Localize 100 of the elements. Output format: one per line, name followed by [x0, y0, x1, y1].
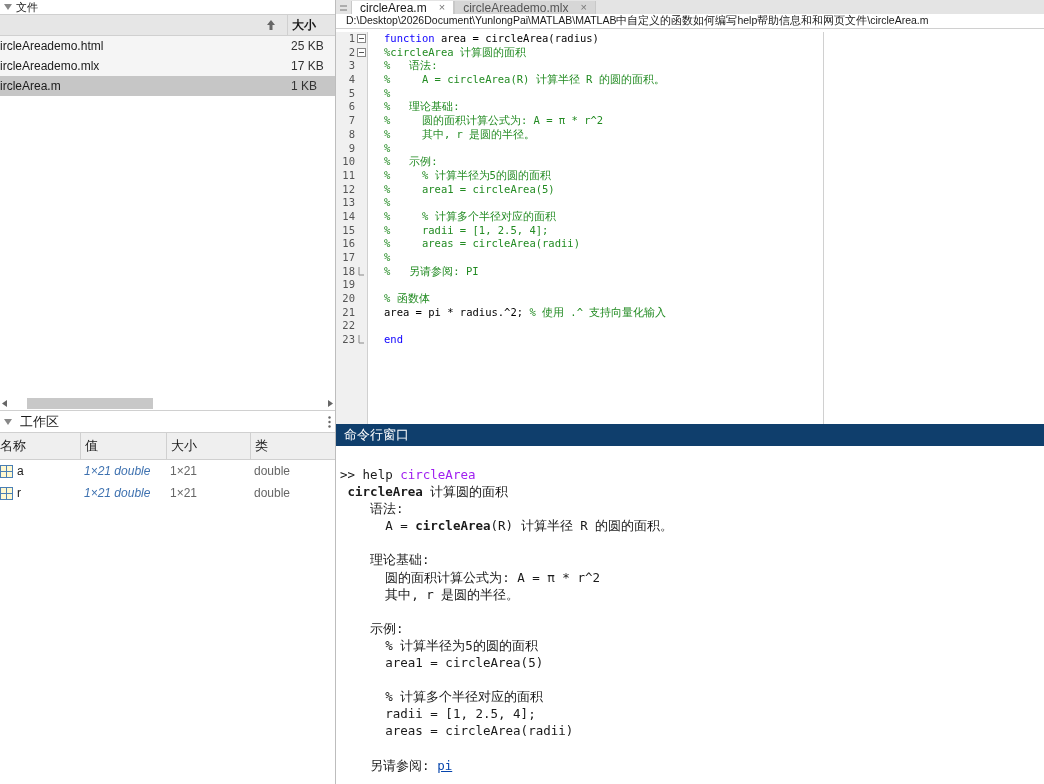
variable-value: 1×21 double — [83, 485, 152, 502]
file-row[interactable]: ircleArea.m 1 KB — [0, 76, 335, 96]
command-text: 理论基础: — [369, 552, 430, 568]
file-name: ircleArea.m — [0, 78, 62, 95]
line-number: 11 — [342, 168, 355, 183]
line-number: 14 — [342, 209, 355, 224]
caret-icon[interactable] — [4, 4, 12, 10]
code-line: % 其中, r 是圆的半径。 — [384, 127, 536, 140]
scrollbar-thumb[interactable] — [27, 397, 153, 409]
command-text: 其中, r 是圆的半径。 — [384, 586, 520, 602]
line-number: 3 — [348, 59, 355, 74]
line-number: 4 — [348, 73, 355, 87]
scroll-right-icon[interactable] — [328, 399, 333, 407]
command-text: 计算圆的面积 — [429, 484, 509, 500]
line-number: 21 — [342, 305, 355, 320]
more-icon[interactable] — [328, 415, 331, 428]
sort-arrow-icon[interactable] — [267, 20, 275, 30]
code-line: % % 计算半径为5的圆的面积 — [384, 168, 551, 181]
code-line: %circleArea 计算圆的面积 — [384, 45, 526, 58]
line-number: 15 — [342, 223, 355, 238]
code-line: % 函数体 — [384, 292, 430, 305]
variable-size: 1×21 — [169, 463, 199, 480]
help-link[interactable]: pi — [437, 757, 453, 773]
file-name: ircleAreademo.mlx — [0, 58, 101, 75]
file-row[interactable]: ircleAreademo.html 25 KB — [0, 36, 335, 56]
code-line: function area = circleArea(radius) — [384, 32, 599, 44]
line-number: 16 — [342, 237, 355, 251]
column-header[interactable]: 名称 — [0, 436, 26, 456]
code-line: % 语法: — [384, 59, 438, 72]
command-text: A = — [384, 518, 409, 534]
line-number: 13 — [342, 196, 355, 210]
variable-name: a — [17, 463, 24, 480]
code-line: % A = circleArea(R) 计算半径 R 的圆的面积。 — [384, 73, 665, 86]
function-name: circleArea — [415, 518, 491, 534]
line-number: 17 — [342, 251, 355, 265]
line-number: 6 — [348, 100, 355, 115]
command-text: 示例: — [369, 620, 404, 636]
matrix-icon — [0, 486, 13, 500]
line-number: 8 — [348, 127, 355, 142]
tab-label: circleAreademo.mlx — [463, 1, 569, 14]
file-size: 25 KB — [290, 38, 325, 55]
line-number: 20 — [342, 292, 355, 306]
code-line: % 理论基础: — [384, 100, 460, 113]
line-number: 5 — [348, 86, 355, 101]
command-text: radii = [1, 2.5, 4]; — [384, 706, 536, 722]
fold-end-icon — [358, 267, 364, 277]
tab-label: circleArea.m — [360, 1, 427, 14]
line-number: 18 — [342, 264, 355, 279]
column-header[interactable]: 类 — [255, 436, 268, 456]
variable-class: double — [253, 485, 292, 502]
file-name: ircleAreademo.html — [0, 38, 105, 55]
command-text: 语法: — [369, 501, 404, 517]
command-text: 圆的面积计算公式为: A = π * r^2 — [384, 569, 600, 585]
close-icon[interactable]: × — [438, 2, 446, 13]
code-line: % — [384, 196, 391, 209]
editor-tab[interactable]: circleAreademo.mlx × — [454, 1, 596, 14]
file-size: 1 KB — [290, 78, 318, 95]
line-number: 22 — [342, 319, 355, 334]
variable-name: r — [17, 485, 21, 502]
line-number: 10 — [342, 155, 355, 169]
code-line: area = pi * radius.^2; % 使用 .^ 支持向量化输入 — [384, 305, 667, 318]
code-line: % 示例: — [384, 155, 438, 168]
code-line: % — [384, 251, 391, 263]
column-header[interactable]: 大小 — [292, 16, 316, 34]
caret-icon[interactable] — [4, 418, 12, 425]
function-name: circleArea — [346, 484, 423, 500]
collapse-icon[interactable] — [356, 34, 366, 44]
fold-end-icon — [358, 335, 364, 345]
panel-title: 文件 — [16, 1, 38, 13]
file-row[interactable]: ircleAreademo.mlx 17 KB — [0, 56, 335, 76]
line-number: 1 — [348, 32, 355, 46]
command-text: 另请参阅: — [369, 757, 431, 773]
command-text: (R) 计算半径 R 的圆的面积。 — [490, 518, 674, 534]
panel-title: 工作区 — [20, 412, 59, 431]
code-line: % area1 = circleArea(5) — [384, 182, 555, 195]
code-line: % — [384, 141, 391, 154]
command-text: area1 = circleArea(5) — [384, 655, 544, 671]
command-text: >> help — [340, 467, 394, 482]
variable-value: 1×21 double — [83, 463, 152, 480]
line-number: 12 — [342, 182, 355, 197]
line-number: 2 — [348, 45, 355, 60]
code-line: % areas = circleArea(radii) — [384, 237, 580, 250]
matrix-icon — [0, 464, 13, 478]
collapse-icon[interactable] — [356, 48, 366, 58]
file-path: D:\Desktop\2026Document\YunlongPai\MATLAB\MATLAB中自定义的函数如何编写help帮助信息和和网页文件\circleArea.m — [346, 13, 929, 29]
code-line: % 圆的面积计算公式为: A = π * r^2 — [384, 114, 604, 127]
command-text: areas = circleArea(radii) — [384, 723, 574, 739]
column-header[interactable]: 值 — [85, 436, 98, 456]
variable-class: double — [253, 463, 292, 480]
line-number: 19 — [342, 278, 355, 293]
command-text: % 计算多个半径对应的面积 — [384, 689, 544, 705]
code-line: % — [384, 86, 391, 99]
column-header[interactable]: 大小 — [171, 436, 197, 456]
editor-tab[interactable]: circleArea.m × — [351, 1, 455, 14]
file-size: 17 KB — [290, 58, 325, 75]
scroll-left-icon[interactable] — [2, 399, 7, 407]
panel-title: 命令行窗口 — [344, 426, 409, 445]
command-argument: circleArea — [400, 467, 476, 482]
code-line: % % 计算多个半径对应的面积 — [384, 209, 556, 222]
command-text: % 计算半径为5的圆的面积 — [384, 637, 538, 653]
